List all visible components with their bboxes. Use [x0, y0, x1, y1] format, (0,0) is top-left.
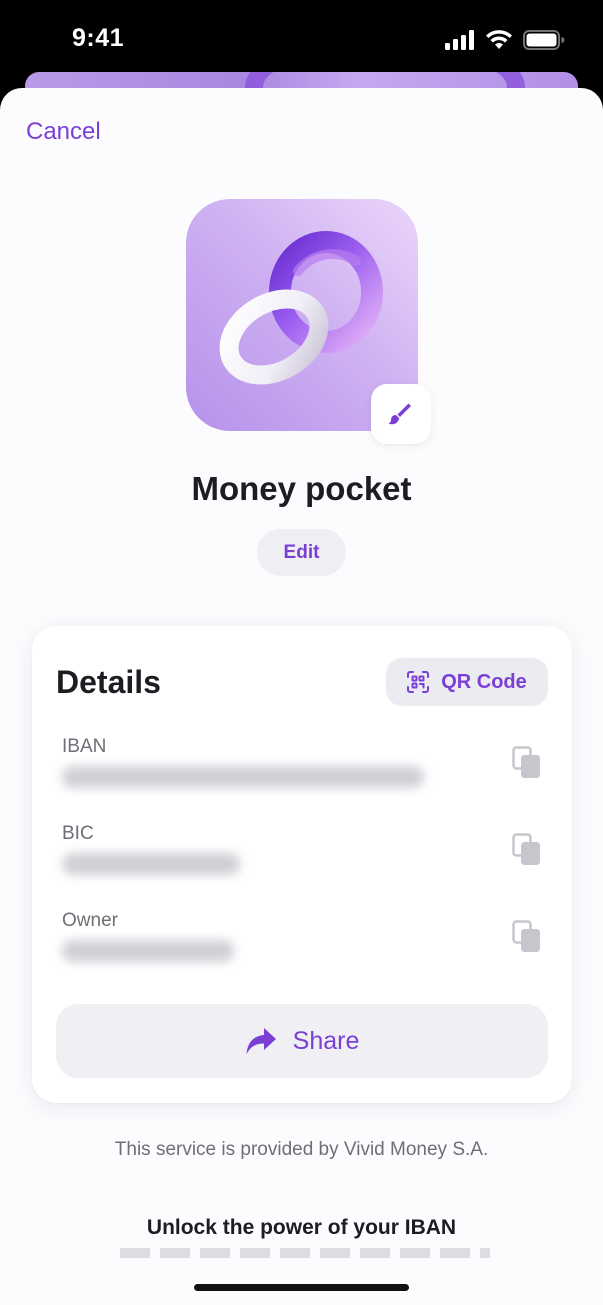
qr-code-button[interactable]: QR Code — [386, 658, 548, 706]
copy-bic-icon[interactable] — [512, 833, 542, 867]
wifi-icon — [486, 30, 512, 49]
details-card: Details QR Code IBAN BIC Owner Share — [32, 626, 572, 1103]
cancel-button[interactable]: Cancel — [26, 118, 101, 146]
qr-code-icon — [407, 671, 430, 693]
status-time: 9:41 — [72, 24, 125, 52]
edit-image-button[interactable] — [371, 384, 431, 444]
pocket-details-sheet: Cancel Money pocket Edit Details QR Code… — [0, 88, 603, 1305]
unlock-subtitle-clipped — [120, 1248, 490, 1258]
bic-value-redacted — [62, 853, 240, 875]
share-label: Share — [292, 1026, 360, 1055]
copy-owner-icon[interactable] — [512, 920, 542, 954]
pocket-name: Money pocket — [191, 470, 412, 507]
iban-value-redacted — [62, 766, 424, 788]
iban-row: IBAN — [62, 736, 542, 796]
iban-label: IBAN — [62, 736, 107, 757]
owner-label: Owner — [62, 910, 118, 931]
copy-iban-icon[interactable] — [512, 746, 542, 780]
details-title: Details — [56, 664, 161, 700]
share-button[interactable]: Share — [56, 1004, 548, 1078]
cellular-signal-icon — [445, 30, 474, 50]
home-indicator — [194, 1284, 409, 1291]
edit-button[interactable]: Edit — [257, 529, 346, 576]
qr-code-label: QR Code — [441, 670, 527, 693]
share-arrow-icon — [246, 1028, 276, 1054]
unlock-title: Unlock the power of your IBAN — [146, 1216, 457, 1239]
battery-icon — [523, 30, 565, 50]
owner-value-redacted — [62, 940, 234, 962]
provider-text: This service is provided by Vivid Money … — [114, 1139, 489, 1160]
status-icons — [445, 30, 565, 50]
paintbrush-icon — [388, 403, 411, 425]
bic-label: BIC — [62, 823, 94, 844]
owner-row: Owner — [62, 910, 542, 970]
bic-row: BIC — [62, 823, 542, 883]
